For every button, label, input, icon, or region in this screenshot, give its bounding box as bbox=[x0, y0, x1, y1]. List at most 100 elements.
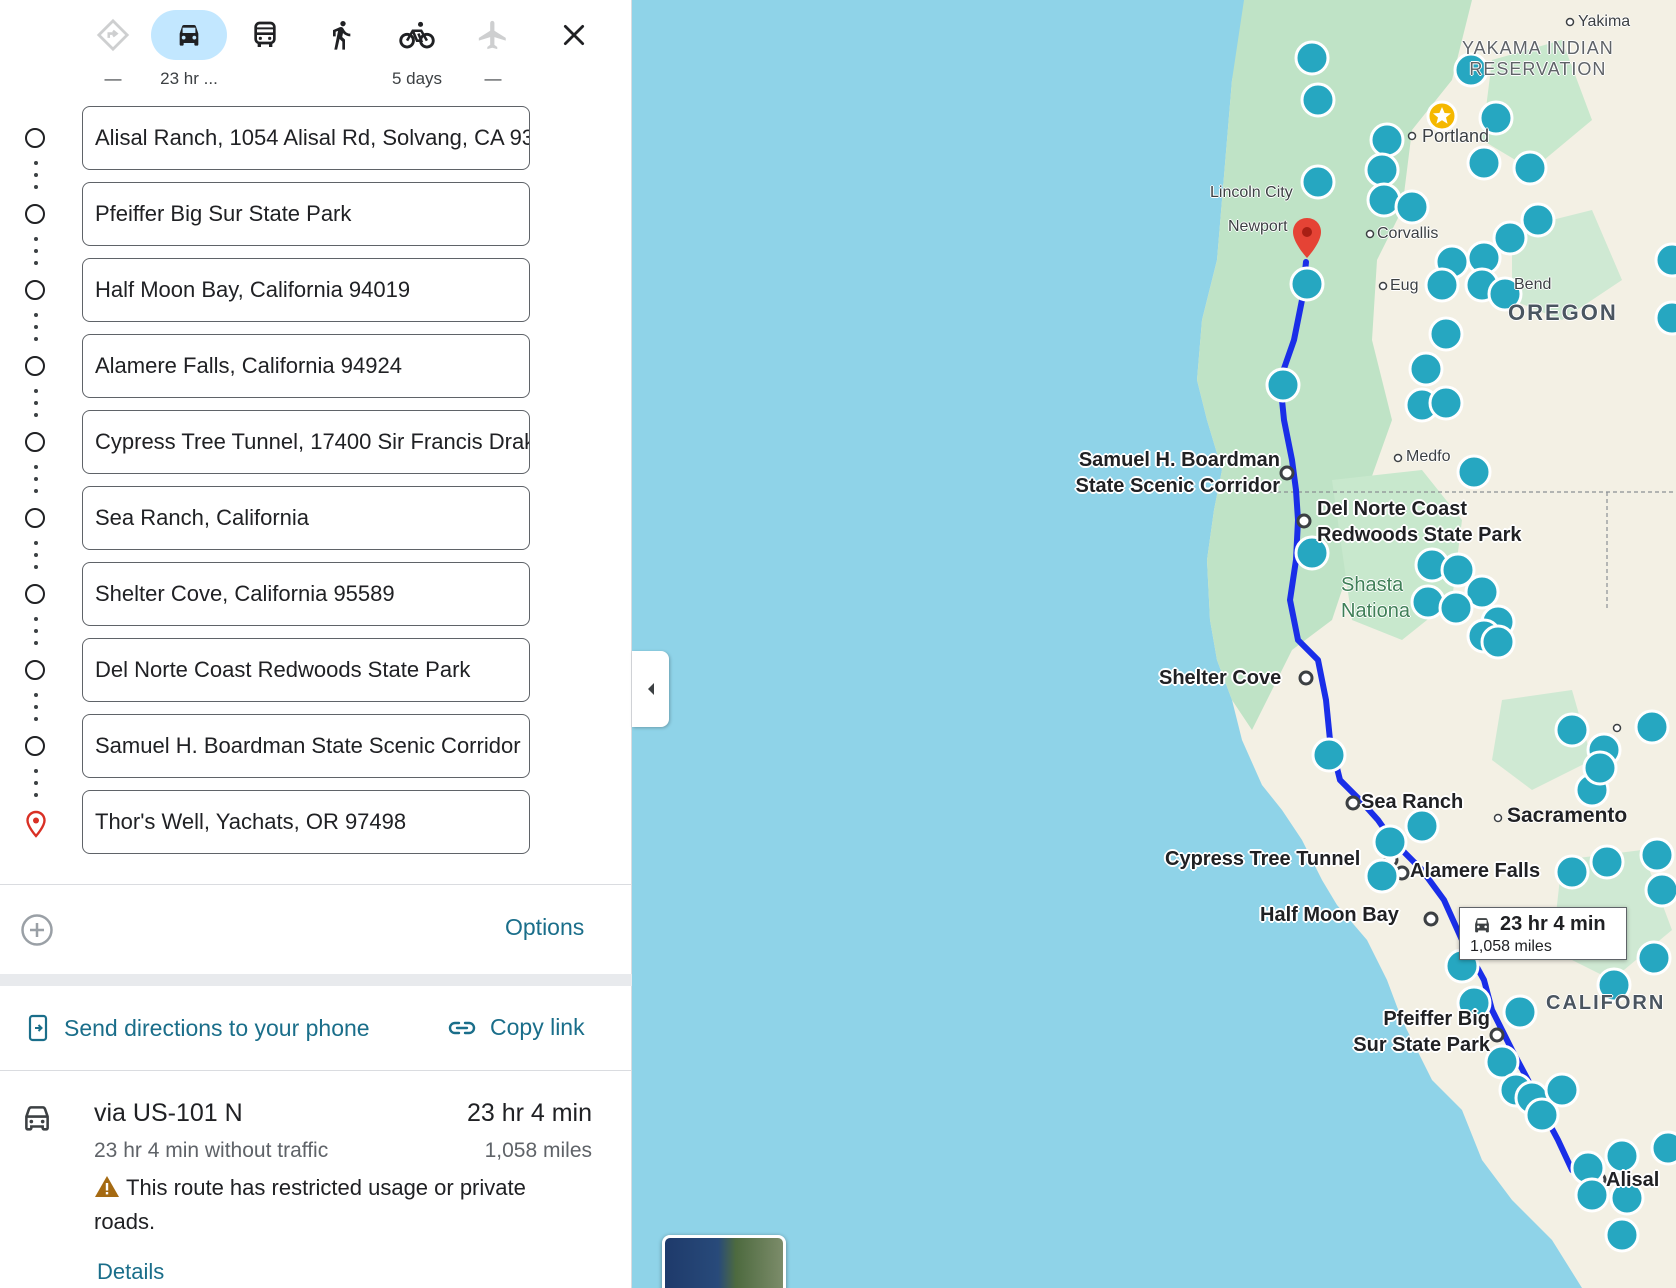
waypoint-circle-icon bbox=[25, 584, 45, 604]
car-icon bbox=[179, 25, 199, 46]
mode-walking[interactable] bbox=[303, 10, 379, 90]
waypoint-row: Pfeiffer Big Sur State Park bbox=[0, 182, 632, 246]
city-label-newport: Newport bbox=[1228, 218, 1288, 235]
waypoint-row: Alamere Falls, California 94924 bbox=[0, 334, 632, 398]
waypoint-input[interactable]: Samuel H. Boardman State Scenic Corridor bbox=[82, 714, 530, 778]
route-option[interactable]: via US-101 N 23 hr 4 min 23 hr 4 min wit… bbox=[0, 1071, 632, 1288]
mode-flights-sub: — bbox=[484, 69, 502, 88]
mode-driving[interactable]: 23 hr ... bbox=[151, 10, 227, 90]
city-label-portland: Portland bbox=[1422, 126, 1490, 146]
section-band bbox=[0, 974, 632, 986]
bike-icon bbox=[399, 21, 435, 49]
waypoint-input[interactable]: Pfeiffer Big Sur State Park bbox=[82, 182, 530, 246]
mode-cycling[interactable]: 5 days bbox=[379, 10, 455, 90]
map-label-pfeiffer[interactable]: Pfeiffer Big Sur State Park bbox=[1292, 1006, 1490, 1058]
waypoint-row: Shelter Cove, California 95589 bbox=[0, 562, 632, 626]
mode-best-sub: — bbox=[104, 69, 122, 88]
add-destination-button[interactable] bbox=[20, 913, 54, 952]
map-label-delnorte[interactable]: Del Norte Coast Redwoods State Park bbox=[1317, 496, 1522, 548]
map-canvas[interactable]: Samuel H. Boardman State Scenic Corridor… bbox=[632, 0, 1676, 1288]
route-distance: 1,058 miles bbox=[484, 1139, 592, 1162]
state-label-oregon: OREGON bbox=[1508, 300, 1618, 325]
details-button[interactable]: Details bbox=[97, 1259, 164, 1285]
copy-link-button[interactable]: Copy link bbox=[448, 1014, 585, 1041]
callout-distance: 1,058 miles bbox=[1470, 938, 1552, 955]
map-label-boardman[interactable]: Samuel H. Boardman State Scenic Corridor bbox=[1060, 447, 1280, 499]
close-icon bbox=[563, 24, 585, 46]
waypoint-row: Half Moon Bay, California 94019 bbox=[0, 258, 632, 322]
city-label-bend: Bend bbox=[1514, 276, 1552, 293]
city-label-medford: Medfo bbox=[1406, 448, 1451, 465]
map-label-shelter-cove[interactable]: Shelter Cove bbox=[1159, 665, 1281, 691]
collapse-panel-button[interactable] bbox=[632, 651, 669, 727]
warning-icon bbox=[95, 1176, 119, 1197]
close-directions-button[interactable] bbox=[554, 15, 594, 55]
waypoint-circle-icon bbox=[25, 204, 45, 224]
route-duration: 23 hr 4 min bbox=[466, 1099, 592, 1127]
route-callout[interactable]: 23 hr 4 min 1,058 miles bbox=[1459, 907, 1627, 960]
route-warning: This route has restricted usage or priva… bbox=[94, 1171, 584, 1239]
map-label-cypress-tree-tunnel[interactable]: Cypress Tree Tunnel bbox=[1165, 846, 1360, 872]
waypoint-row: Thor's Well, Yachats, OR 97498 bbox=[0, 790, 632, 854]
waypoint-circle-icon bbox=[25, 356, 45, 376]
send-to-phone-button[interactable]: Send directions to your phone bbox=[26, 1014, 370, 1042]
map-label-sea-ranch[interactable]: Sea Ranch bbox=[1361, 789, 1463, 815]
city-label-yakima: Yakima bbox=[1578, 13, 1631, 30]
mode-flights[interactable]: — bbox=[455, 10, 531, 90]
section-divider bbox=[0, 884, 632, 885]
waypoint-circle-icon bbox=[25, 280, 45, 300]
mode-transit[interactable] bbox=[227, 10, 303, 90]
route-duration-no-traffic: 23 hr 4 min without traffic bbox=[94, 1139, 329, 1162]
mode-driving-sub: 23 hr ... bbox=[160, 69, 218, 88]
waypoint-circle-icon bbox=[25, 660, 45, 680]
waypoint-input[interactable]: Sea Ranch, California bbox=[82, 486, 530, 550]
send-to-phone-label: Send directions to your phone bbox=[64, 1014, 370, 1041]
car-icon bbox=[1475, 917, 1489, 932]
directions-panel: — 23 hr ... 5 days — Alisal Ranch, 1054 … bbox=[0, 0, 632, 1288]
copy-link-label: Copy link bbox=[490, 1014, 585, 1040]
waypoint-input[interactable]: Cypress Tree Tunnel, 17400 Sir Francis D… bbox=[82, 410, 530, 474]
mode-cycling-sub: 5 days bbox=[391, 69, 443, 88]
mode-best[interactable]: — bbox=[75, 10, 151, 90]
city-label-sacramento: Sacramento bbox=[1507, 804, 1628, 827]
waypoint-input[interactable]: Alisal Ranch, 1054 Alisal Rd, Solvang, C… bbox=[82, 106, 530, 170]
car-icon bbox=[25, 1106, 49, 1131]
waypoint-row: Alisal Ranch, 1054 Alisal Rd, Solvang, C… bbox=[0, 106, 632, 170]
walk-icon bbox=[333, 21, 351, 50]
travel-mode-bar: — 23 hr ... 5 days — bbox=[0, 0, 632, 100]
callout-duration: 23 hr 4 min bbox=[1500, 913, 1606, 935]
waypoint-circle-icon bbox=[25, 508, 45, 528]
waypoint-row: Sea Ranch, California bbox=[0, 486, 632, 550]
bus-icon bbox=[254, 21, 276, 47]
map-label-alisal[interactable]: Alisal bbox=[1606, 1167, 1659, 1193]
waypoint-row: Cypress Tree Tunnel, 17400 Sir Francis D… bbox=[0, 410, 632, 474]
park-label-shasta: Shasta Nationa bbox=[1341, 574, 1410, 622]
city-label-corvallis: Corvallis bbox=[1377, 225, 1439, 242]
plane-icon bbox=[478, 20, 506, 50]
waypoint-circle-icon bbox=[25, 432, 45, 452]
waypoint-circle-icon bbox=[25, 128, 45, 148]
map-label-alamere-falls[interactable]: Alamere Falls bbox=[1410, 858, 1540, 884]
layers-thumbnail-button[interactable] bbox=[662, 1235, 786, 1288]
destination-input[interactable]: Thor's Well, Yachats, OR 97498 bbox=[82, 790, 530, 854]
map-base bbox=[632, 0, 1676, 1288]
directions-diamond-icon bbox=[96, 18, 130, 52]
route-warning-text: This route has restricted usage or priva… bbox=[94, 1175, 526, 1234]
waypoint-circle-icon bbox=[25, 736, 45, 756]
link-icon bbox=[448, 1021, 476, 1034]
waypoint-input[interactable]: Del Norte Coast Redwoods State Park bbox=[82, 638, 530, 702]
send-to-phone-icon bbox=[28, 1014, 48, 1042]
options-button[interactable]: Options bbox=[505, 914, 584, 941]
waypoint-input[interactable]: Shelter Cove, California 95589 bbox=[82, 562, 530, 626]
waypoint-row: Del Norte Coast Redwoods State Park bbox=[0, 638, 632, 702]
add-circle-icon bbox=[21, 914, 53, 946]
city-label-lincoln-city: Lincoln City bbox=[1210, 184, 1293, 201]
caret-left-icon bbox=[647, 683, 654, 695]
waypoint-input[interactable]: Alamere Falls, California 94924 bbox=[82, 334, 530, 398]
map-label-half-moon-bay[interactable]: Half Moon Bay bbox=[1260, 902, 1399, 928]
region-label-yakama: YAKAMA INDIAN RESERVATION bbox=[1462, 38, 1614, 79]
waypoint-input[interactable]: Half Moon Bay, California 94019 bbox=[82, 258, 530, 322]
destination-pin-icon bbox=[26, 810, 46, 838]
route-via: via US-101 N bbox=[94, 1099, 243, 1127]
waypoint-row: Samuel H. Boardman State Scenic Corridor bbox=[0, 714, 632, 778]
